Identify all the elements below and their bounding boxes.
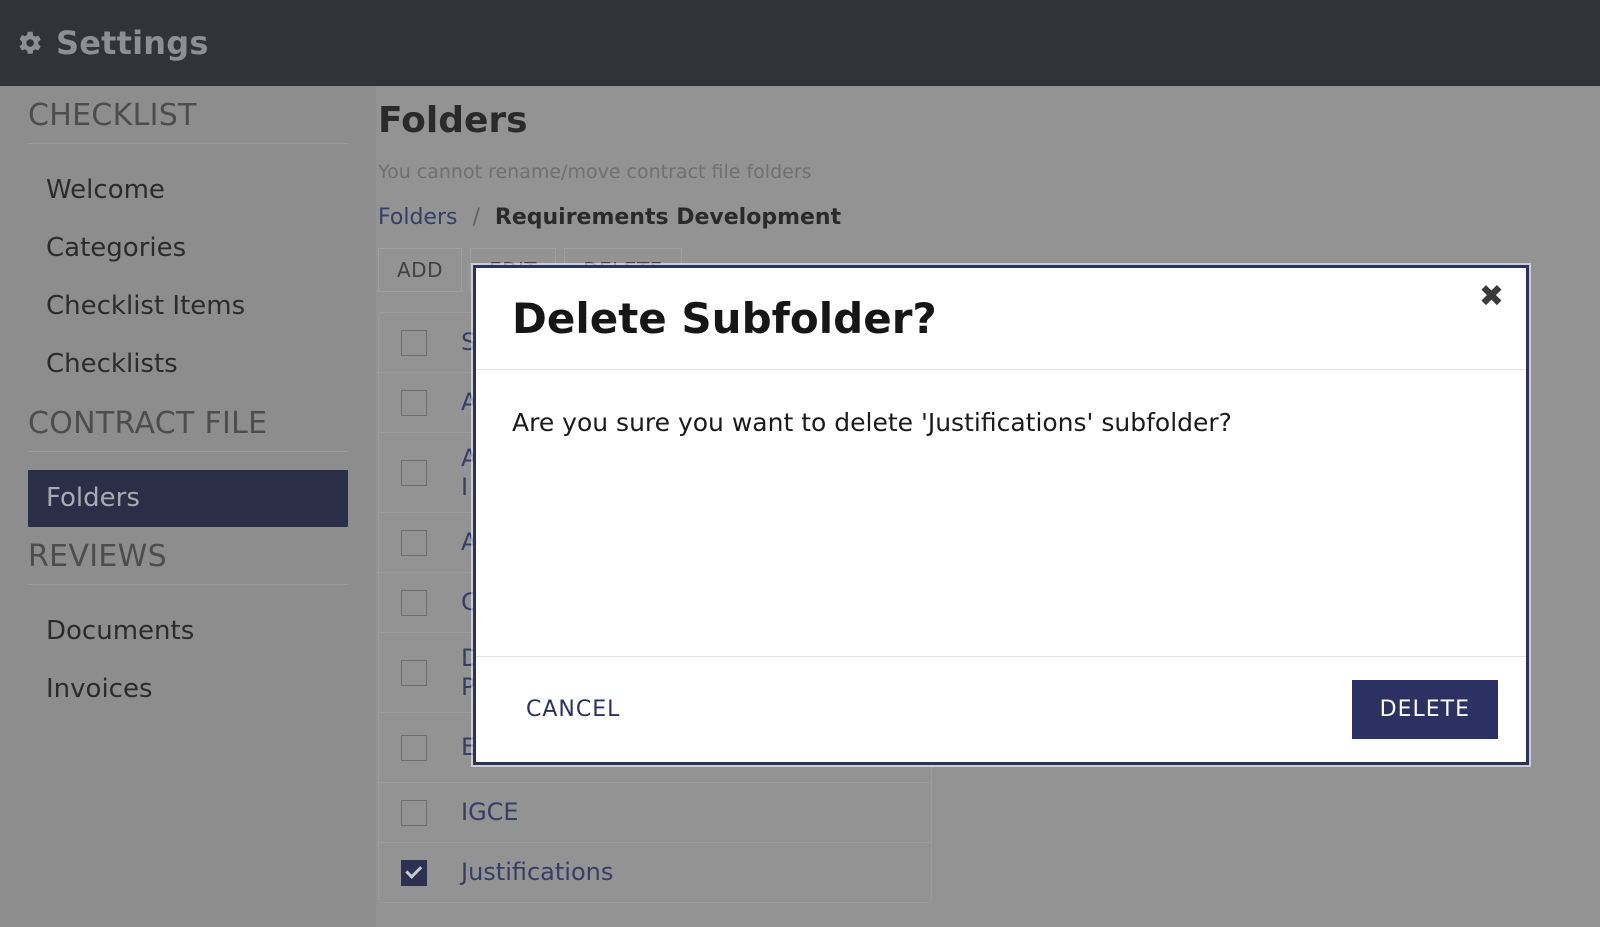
- dialog-title: Delete Subfolder?: [512, 294, 937, 343]
- delete-subfolder-dialog: Delete Subfolder? ✖ Are you sure you wan…: [473, 265, 1529, 765]
- dialog-header: Delete Subfolder? ✖: [476, 268, 1526, 370]
- confirm-delete-button[interactable]: DELETE: [1351, 680, 1498, 739]
- dialog-message: Are you sure you want to delete 'Justifi…: [512, 408, 1232, 437]
- dialog-body: Are you sure you want to delete 'Justifi…: [476, 370, 1526, 656]
- close-icon[interactable]: ✖: [1479, 282, 1504, 312]
- cancel-button[interactable]: CANCEL: [512, 685, 634, 734]
- app-root: Settings CHECKLIST Welcome Categories Ch…: [0, 0, 1600, 927]
- dialog-footer: CANCEL DELETE: [476, 656, 1526, 762]
